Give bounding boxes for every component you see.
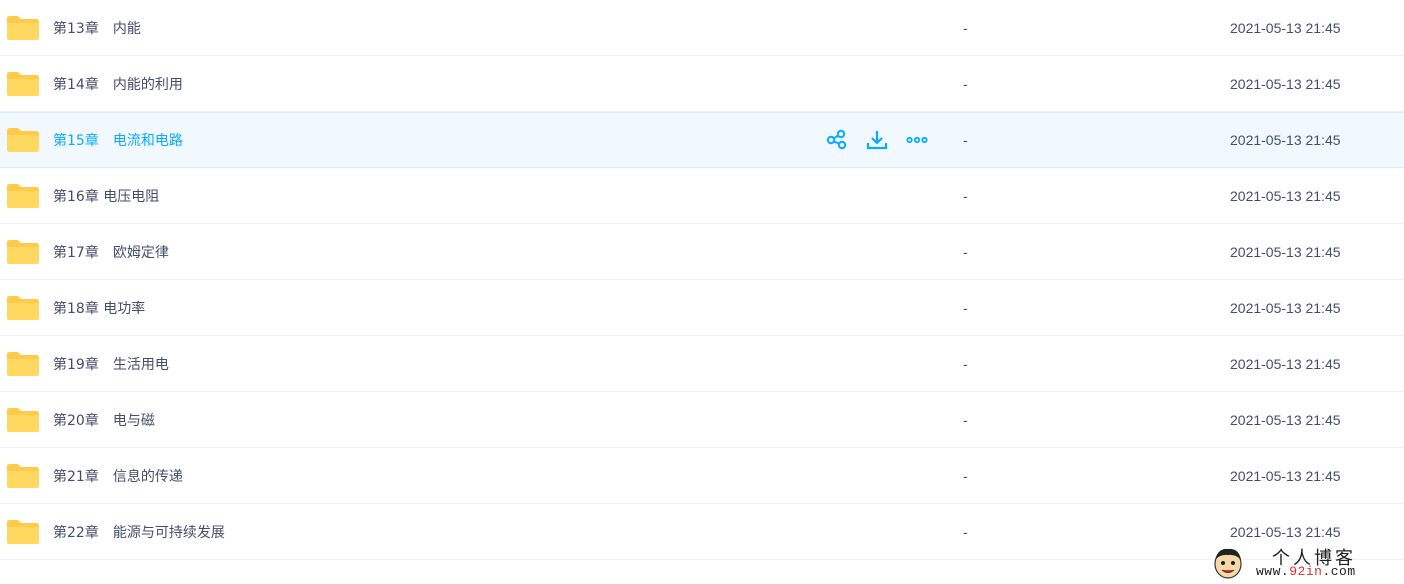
folder-icon [7,351,39,376]
file-name[interactable]: 第19章 生活用电 [53,354,169,374]
file-row[interactable]: 第20章 电与磁 - 2021-05-13 21:45 [0,392,1404,448]
file-mtime: 2021-05-13 21:45 [1230,523,1341,540]
file-mtime: 2021-05-13 21:45 [1230,243,1341,260]
file-row[interactable]: 第21章 信息的传递 - 2021-05-13 21:45 [0,448,1404,504]
file-size: - [963,467,968,484]
share-button[interactable] [825,128,849,152]
file-row[interactable]: 第18章 电功率 - 2021-05-13 21:45 [0,280,1404,336]
file-mtime: 2021-05-13 21:45 [1230,187,1341,204]
file-name[interactable]: 第22章 能源与可持续发展 [53,522,225,542]
file-row[interactable]: 第16章 电压电阻 - 2021-05-13 21:45 [0,168,1404,224]
more-icon [906,136,928,144]
file-name[interactable]: 第21章 信息的传递 [53,466,183,486]
file-row[interactable]: 第14章 内能的利用 - 2021-05-13 21:45 [0,56,1404,112]
folder-icon [7,71,39,96]
file-mtime: 2021-05-13 21:45 [1230,75,1341,92]
file-row[interactable]: 第22章 能源与可持续发展 - 2021-05-13 21:45 [0,504,1404,560]
file-mtime: 2021-05-13 21:45 [1230,355,1341,372]
share-icon [826,129,847,150]
folder-icon [7,128,39,152]
file-mtime: 2021-05-13 21:45 [1230,411,1341,428]
file-list: 第13章 内能 - 2021-05-13 21:45 第14章 内能的利用 - … [0,0,1404,560]
file-row-hovered[interactable]: 第15章 电流和电路 - 2021-05-13 21:45 [0,112,1404,168]
file-mtime: 2021-05-13 21:45 [1230,299,1341,316]
file-size: - [963,187,968,204]
file-row[interactable]: 第17章 欧姆定律 - 2021-05-13 21:45 [0,224,1404,280]
watermark-url-suffix: .com [1322,564,1356,579]
file-name[interactable]: 第13章 内能 [53,18,141,38]
file-name[interactable]: 第20章 电与磁 [53,410,155,430]
file-row[interactable]: 第13章 内能 - 2021-05-13 21:45 [0,0,1404,56]
watermark-url-prefix: www. [1256,564,1290,579]
mascot-face-icon [1214,548,1242,579]
folder-icon [7,295,39,320]
file-mtime: 2021-05-13 21:45 [1230,132,1341,148]
file-name[interactable]: 第17章 欧姆定律 [53,242,169,262]
file-size: - [963,19,968,36]
file-size: - [963,523,968,540]
file-name[interactable]: 第14章 内能的利用 [53,74,183,94]
file-row[interactable]: 第19章 生活用电 - 2021-05-13 21:45 [0,336,1404,392]
file-name[interactable]: 第15章 电流和电路 [53,130,183,150]
download-icon [866,131,888,150]
folder-icon [7,407,39,432]
file-mtime: 2021-05-13 21:45 [1230,19,1341,36]
watermark-url-accent: 92in [1289,564,1323,579]
file-size: - [963,75,968,92]
more-button[interactable] [905,128,929,152]
watermark-url: www.92in.com [1256,564,1356,579]
folder-icon [7,239,39,264]
file-size: - [963,243,968,260]
folder-icon [7,463,39,488]
folder-icon [7,519,39,544]
row-actions [825,128,945,152]
file-size: - [963,299,968,316]
watermark: 个人博客 www.92in.com [1208,540,1404,584]
file-name[interactable]: 第16章 电压电阻 [53,186,159,206]
download-button[interactable] [865,128,889,152]
file-size: - [963,355,968,372]
file-mtime: 2021-05-13 21:45 [1230,467,1341,484]
file-size: - [963,411,968,428]
folder-icon [7,183,39,208]
file-name[interactable]: 第18章 电功率 [53,298,145,318]
folder-icon [7,15,39,40]
file-size: - [963,132,968,148]
